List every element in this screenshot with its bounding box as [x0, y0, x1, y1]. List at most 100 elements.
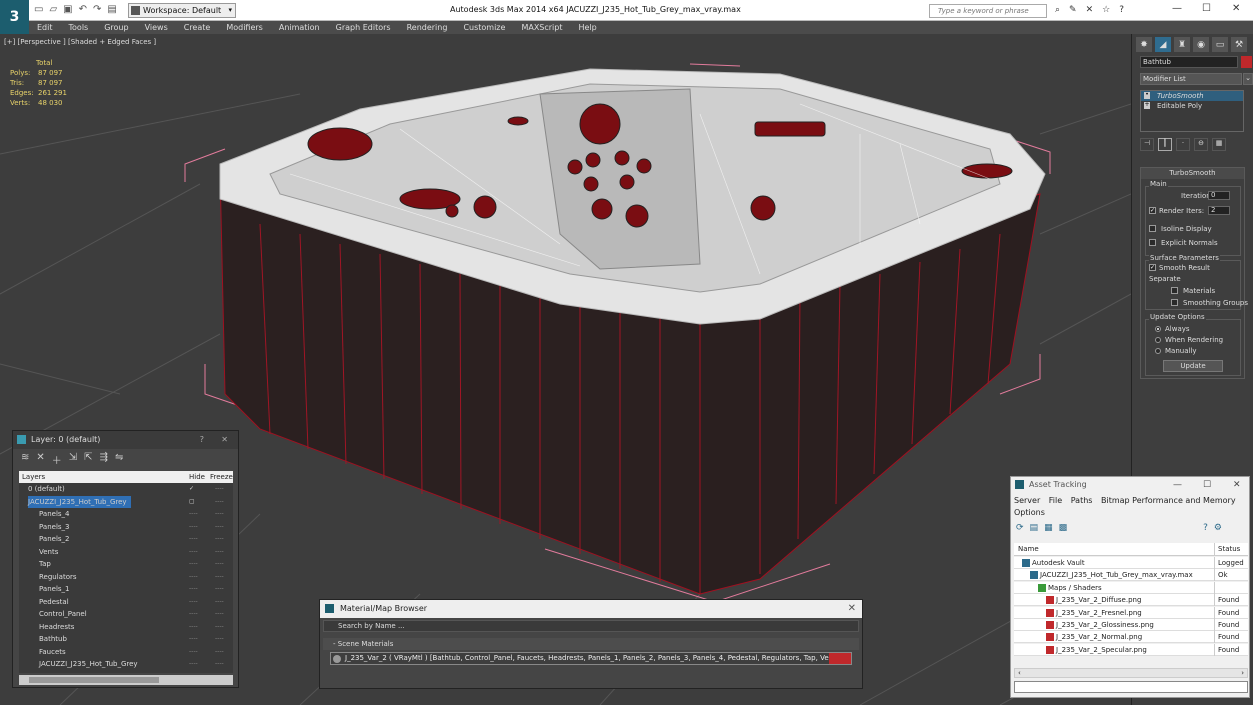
col-status[interactable]: Status	[1214, 543, 1240, 556]
layer-row[interactable]: Bathtub ---- ----	[19, 633, 233, 645]
smooth-result-checkbox[interactable]: ✓	[1149, 264, 1156, 271]
render-iters-spinner[interactable]: 2	[1208, 206, 1230, 215]
col-hide[interactable]: Hide	[189, 471, 205, 483]
menu-options[interactable]: Options	[1014, 508, 1045, 517]
freeze-toggle[interactable]: ----	[215, 496, 224, 508]
help-icon[interactable]: ?	[1203, 523, 1208, 534]
menu-edit[interactable]: Edit	[29, 21, 61, 34]
render-iters-checkbox[interactable]: ✓	[1149, 207, 1156, 214]
materials-checkbox[interactable]	[1171, 287, 1178, 294]
layer-row[interactable]: Tap ---- ----	[19, 558, 233, 570]
layer-row[interactable]: Control_Panel ---- ----	[19, 608, 233, 620]
material-search-input[interactable]: Search by Name ...	[323, 620, 859, 632]
add-selected-icon[interactable]: ⇲	[69, 452, 77, 465]
hide-toggle[interactable]: ----	[189, 646, 198, 658]
utilities-tab-icon[interactable]: ⚒	[1231, 37, 1247, 52]
app-logo-button[interactable]: 3	[0, 0, 29, 34]
freeze-toggle[interactable]: ----	[215, 621, 224, 633]
binoculars-icon[interactable]: ⌕	[1055, 5, 1060, 15]
list-icon[interactable]: ▤	[1030, 523, 1039, 534]
hide-toggle[interactable]: ----	[189, 583, 198, 595]
close-button[interactable]: ✕	[1232, 3, 1240, 14]
stack-item-turbosmooth[interactable]: • TurboSmooth	[1141, 91, 1243, 101]
subscription-icon[interactable]: ✎	[1069, 5, 1077, 15]
always-radio[interactable]	[1155, 326, 1161, 332]
menu-animation[interactable]: Animation	[271, 21, 328, 34]
modify-tab-icon[interactable]: ◢	[1155, 37, 1171, 52]
modifier-list-dropdown[interactable]: Modifier List	[1140, 73, 1242, 85]
material-item[interactable]: J_235_Var_2 ( VRayMtl ) [Bathtub, Contro…	[330, 652, 852, 665]
freeze-toggle[interactable]: ----	[215, 558, 224, 570]
scene-materials-section[interactable]: - Scene Materials	[323, 638, 859, 650]
layer-row[interactable]: Vents ---- ----	[19, 546, 233, 558]
hide-toggle[interactable]: ----	[189, 533, 198, 545]
col-layers[interactable]: Layers	[22, 471, 45, 483]
maximize-button[interactable]: ☐	[1203, 477, 1211, 493]
select-icon[interactable]: ⇱	[84, 452, 92, 465]
close-button[interactable]: ✕	[1233, 477, 1241, 493]
create-tab-icon[interactable]: ✸	[1136, 37, 1152, 52]
hide-toggle[interactable]: ----	[189, 658, 198, 670]
menu-file[interactable]: File	[1049, 496, 1062, 505]
maximize-button[interactable]: ☐	[1202, 3, 1211, 14]
freeze-toggle[interactable]: ----	[215, 596, 224, 608]
layer-select-icon[interactable]: ▢	[189, 496, 195, 508]
object-name-field[interactable]: Bathtub	[1140, 56, 1238, 68]
hide-toggle[interactable]: ----	[189, 521, 198, 533]
update-button[interactable]: Update	[1163, 360, 1223, 372]
menu-modifiers[interactable]: Modifiers	[218, 21, 271, 34]
freeze-toggle[interactable]: ----	[215, 533, 224, 545]
display-tab-icon[interactable]: ▭	[1212, 37, 1228, 52]
col-freeze[interactable]: Freeze	[210, 471, 233, 483]
close-button[interactable]: ✕	[221, 431, 228, 449]
hide-toggle[interactable]: ----	[189, 546, 198, 558]
layer-row[interactable]: Panels_4 ---- ----	[19, 508, 233, 520]
asset-row[interactable]: J_235_Var_2_Fresnel.png Found	[1014, 606, 1248, 619]
lightbulb-icon[interactable]: •	[1144, 92, 1150, 99]
freeze-toggle[interactable]: ----	[215, 646, 224, 658]
smoothing-groups-checkbox[interactable]	[1171, 299, 1178, 306]
menu-views[interactable]: Views	[137, 21, 176, 34]
menu-rendering[interactable]: Rendering	[399, 21, 456, 34]
when-rendering-radio[interactable]	[1155, 337, 1161, 343]
chevron-down-icon[interactable]: ⌄	[1243, 73, 1253, 85]
grid-view-icon[interactable]: ▩	[1059, 523, 1068, 534]
asset-row[interactable]: JACUZZI_J235_Hot_Tub_Grey_max_vray.max Ok	[1014, 569, 1248, 582]
search-input[interactable]: Type a keyword or phrase	[929, 4, 1047, 18]
layer-row[interactable]: Panels_1 ---- ----	[19, 583, 233, 595]
communication-icon[interactable]: ✕	[1086, 5, 1094, 15]
asset-row[interactable]: J_235_Var_2_Diffuse.png Found	[1014, 594, 1248, 607]
favorites-icon[interactable]: ☆	[1102, 5, 1110, 15]
add-icon[interactable]: ＋	[52, 452, 62, 467]
freeze-toggle[interactable]: ----	[215, 508, 224, 520]
layer-row[interactable]: Panels_2 ---- ----	[19, 533, 233, 545]
hide-all-icon[interactable]: ⇋	[115, 452, 123, 465]
path-input[interactable]	[1014, 681, 1248, 693]
open-file-icon[interactable]: ▱	[49, 4, 57, 15]
layer-row[interactable]: Panels_3 ---- ----	[19, 521, 233, 533]
freeze-toggle[interactable]: ----	[215, 633, 224, 645]
layer-row[interactable]: Regulators ---- ----	[19, 571, 233, 583]
col-name[interactable]: Name	[1018, 543, 1039, 556]
motion-tab-icon[interactable]: ◉	[1193, 37, 1209, 52]
save-icon[interactable]: ▣	[63, 4, 72, 15]
layer-row[interactable]: 0 (default) ✓ ----	[19, 483, 233, 495]
layer-row[interactable]: Headrests ---- ----	[19, 621, 233, 633]
hide-toggle[interactable]: ----	[189, 508, 198, 520]
active-layer-check-icon[interactable]: ✓	[189, 483, 194, 495]
hide-toggle[interactable]: ----	[189, 596, 198, 608]
help-icon[interactable]: ?	[1119, 5, 1124, 15]
menu-maxscript[interactable]: MAXScript	[513, 21, 570, 34]
remove-modifier-icon[interactable]: ⊖	[1194, 138, 1208, 151]
hide-toggle[interactable]: ----	[189, 621, 198, 633]
close-icon[interactable]: ✕	[848, 600, 856, 618]
menu-create[interactable]: Create	[176, 21, 219, 34]
configure-sets-icon[interactable]: ▦	[1212, 138, 1226, 151]
workspace-dropdown[interactable]: Workspace: Default ▾	[128, 3, 236, 18]
freeze-toggle[interactable]: ----	[215, 521, 224, 533]
freeze-toggle[interactable]: ----	[215, 608, 224, 620]
iterations-spinner[interactable]: 0	[1208, 191, 1230, 200]
manually-radio[interactable]	[1155, 348, 1161, 354]
object-color-swatch[interactable]	[1241, 56, 1252, 68]
viewport-label[interactable]: [+] [Perspective ] [Shaded + Edged Faces…	[4, 38, 156, 46]
